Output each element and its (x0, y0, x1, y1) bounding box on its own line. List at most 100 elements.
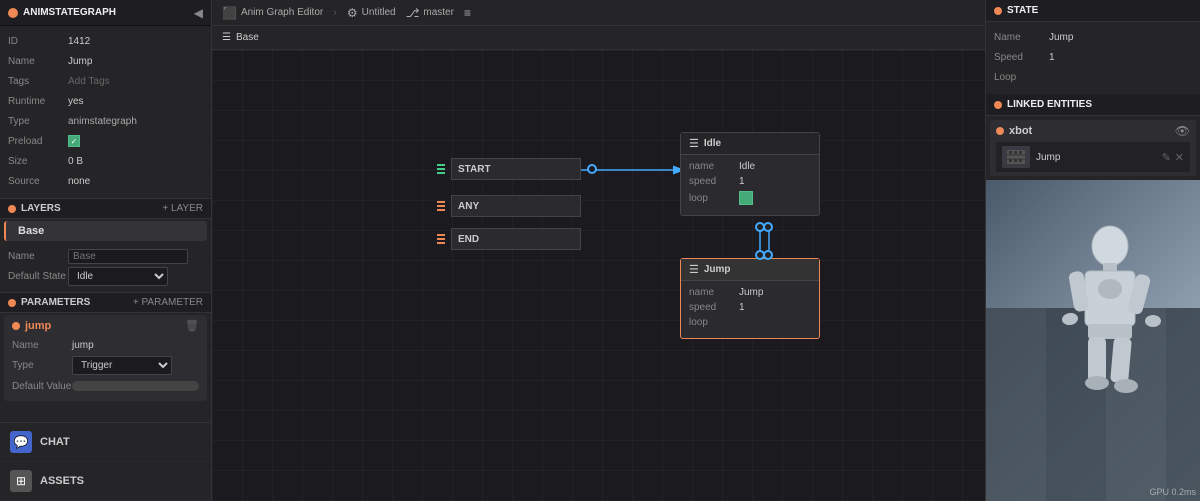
list-icon: ≡ (464, 6, 471, 20)
end-node-bar: END (451, 228, 581, 250)
entity-eye-button[interactable]: 👁 (1175, 124, 1190, 138)
right-panel: STATE Name Jump Speed 1 Loop LINKED ENTI… (985, 0, 1200, 501)
layer-properties: Name Default State Idle (0, 243, 211, 292)
add-layer-button[interactable]: + LAYER (162, 203, 203, 214)
idle-output-port-2[interactable] (763, 222, 773, 232)
size-label: Size (8, 156, 68, 167)
list-item[interactable]: ≡ (464, 6, 471, 20)
type-row: Type animstategraph (8, 112, 203, 130)
anim-graph-icon: ⬛ (222, 6, 237, 20)
name-value: Jump (68, 56, 203, 67)
end-node[interactable]: END (437, 228, 581, 250)
anim-graph-editor-item[interactable]: ⬛ Anim Graph Editor (222, 6, 323, 20)
state-title: STATE (1007, 5, 1038, 16)
left-panel: ANIMSTATEGRAPH ◀ ID 1412 Name Jump Tags … (0, 0, 212, 501)
layer-name: Base (18, 225, 44, 237)
panel-title-text: ANIMSTATEGRAPH (23, 7, 116, 18)
layer-name-input[interactable] (68, 249, 188, 264)
param-dot-icon (12, 322, 20, 330)
size-row: Size 0 B (8, 152, 203, 170)
jump-menu-icon: ☰ (689, 263, 699, 276)
entity-header: xbot 👁 (996, 124, 1190, 138)
collapse-button[interactable]: ◀ (194, 6, 203, 20)
anim-thumbnail (1002, 146, 1030, 168)
properties-area: ID 1412 Name Jump Tags Add Tags Runtime … (0, 26, 211, 198)
separator-1: › (333, 7, 337, 19)
state-properties: Name Jump Speed 1 Loop (986, 22, 1200, 94)
linked-entities-header: LINKED ENTITIES (986, 94, 1200, 116)
source-label: Source (8, 176, 68, 187)
jump-node-body: name Jump speed 1 loop (681, 281, 819, 338)
params-section-header: PARAMETERS + PARAMETER (0, 292, 211, 313)
start-node[interactable]: START (437, 158, 597, 180)
robot-figure (1050, 221, 1170, 421)
settings-icon: ⚙ (347, 6, 358, 20)
params-title: PARAMETERS (8, 297, 90, 308)
settings-item[interactable]: ⚙ Untitled (347, 6, 396, 20)
layer-item-base[interactable]: Base (4, 221, 207, 241)
param-name-text: jump (25, 320, 51, 332)
state-name-label: Name (994, 32, 1049, 43)
bottom-bar: 💬 CHAT ⊞ ASSETS (0, 422, 211, 501)
param-type-label: Type (12, 360, 72, 371)
state-speed-row: Speed 1 (994, 48, 1192, 66)
add-tags-button[interactable]: Add Tags (68, 76, 110, 87)
jump-input-port-2[interactable] (763, 250, 773, 260)
jump-loop-label: loop (689, 317, 739, 328)
jump-name-row: name Jump (689, 287, 811, 298)
state-speed-label: Speed (994, 52, 1049, 63)
any-node[interactable]: ANY (437, 195, 581, 217)
idle-node-header: ☰ Idle (681, 133, 819, 155)
param-default-value (72, 381, 199, 391)
branch-label: master (423, 7, 454, 18)
idle-node-body: name Idle speed 1 loop (681, 155, 819, 215)
default-state-select[interactable]: Idle (68, 267, 168, 286)
idle-loop-checkbox[interactable] (739, 191, 753, 205)
chat-item[interactable]: 💬 CHAT (0, 423, 211, 462)
branch-item[interactable]: ⎇ master (406, 6, 454, 20)
idle-menu-icon: ☰ (689, 137, 699, 150)
settings-label: Untitled (362, 7, 396, 18)
jump-name-label: name (689, 287, 739, 298)
param-type-select[interactable]: Trigger (72, 356, 172, 375)
base-tab-label: ☰ Base (222, 32, 259, 43)
start-output-port[interactable] (587, 164, 597, 174)
connections-svg (212, 50, 985, 501)
chat-label: CHAT (40, 436, 70, 448)
state-speed-value: 1 (1049, 52, 1055, 63)
anim-edit-button[interactable]: ✎ (1162, 151, 1171, 164)
entity-item-xbot: xbot 👁 (990, 120, 1196, 176)
preload-label: Preload (8, 136, 68, 147)
name-label: Name (8, 56, 68, 67)
idle-speed-row: speed 1 (689, 176, 811, 187)
any-node-bar: ANY (451, 195, 581, 217)
source-value: none (68, 176, 203, 187)
jump-node-header: ☰ Jump (681, 259, 819, 281)
top-bar: ⬛ Anim Graph Editor › ⚙ Untitled ⎇ maste… (212, 0, 985, 26)
base-tab[interactable]: ☰ Base (212, 26, 985, 50)
param-delete-button[interactable]: 🗑 (185, 319, 199, 332)
preload-checkbox[interactable]: ✓ (68, 135, 80, 147)
idle-loop-label: loop (689, 193, 739, 204)
assets-item[interactable]: ⊞ ASSETS (0, 462, 211, 501)
idle-node[interactable]: ☰ Idle name Idle speed 1 loop (680, 132, 820, 216)
chat-icon: 💬 (10, 431, 32, 453)
graph-area[interactable]: START ANY END (212, 50, 985, 501)
layers-section-header: LAYERS + LAYER (0, 198, 211, 219)
name-row: Name Jump (8, 52, 203, 70)
anim-item: Jump ✎ ✕ (996, 142, 1190, 172)
param-default-row: Default Value (12, 377, 199, 395)
jump-node[interactable]: ☰ Jump name Jump speed 1 loop (680, 258, 820, 339)
state-name-row: Name Jump (994, 28, 1192, 46)
anim-close-button[interactable]: ✕ (1175, 151, 1184, 164)
gpu-info: GPU 0.2ms (1149, 487, 1196, 497)
jump-speed-row: speed 1 (689, 302, 811, 313)
jump-name-value: Jump (739, 287, 811, 298)
linked-dot-icon (994, 101, 1002, 109)
size-value: 0 B (68, 156, 203, 167)
param-name-label: Name (12, 340, 72, 351)
film-icon (1007, 150, 1025, 164)
param-item-jump: jump 🗑 Name jump Type Trigger Default Va… (4, 315, 207, 401)
add-param-button[interactable]: + PARAMETER (133, 297, 203, 308)
linked-title: LINKED ENTITIES (1007, 99, 1092, 110)
